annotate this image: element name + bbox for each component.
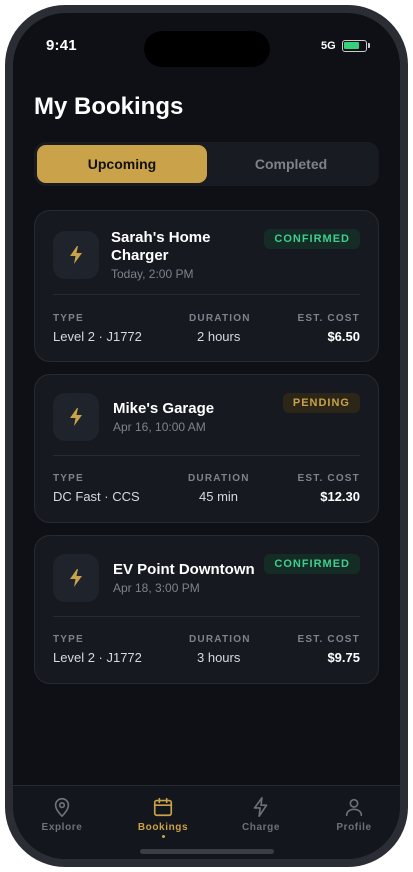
signal-label: 5G [321,40,336,52]
card-divider [53,455,360,456]
booking-time: Apr 16, 10:00 AM [113,420,206,434]
duration-label: DURATION [189,313,251,324]
status-badge: CONFIRMED [264,229,360,249]
booking-time: Today, 2:00 PM [111,267,194,281]
segmented-control: Upcoming Completed [34,142,379,186]
tab-charge[interactable]: Charge [221,796,301,833]
home-indicator[interactable] [140,849,274,854]
cost-value: $12.30 [320,489,360,504]
booking-card[interactable]: Sarah's Home Charger Today, 2:00 PM CONF… [34,210,379,362]
booking-title: Mike's Garage [113,400,215,417]
bottom-tab-bar: Explore Bookings Charge Profile [13,785,400,859]
type-label: TYPE [53,473,84,484]
battery-cap [368,43,370,48]
card-divider [53,294,360,295]
cost-label: EST. COST [297,473,360,484]
booking-card[interactable]: Mike's Garage Apr 16, 10:00 AM PENDING T… [34,374,379,523]
charger-icon-box [53,393,99,441]
user-icon [345,798,363,817]
tab-bookings[interactable]: Bookings [123,796,203,838]
battery-icon [342,40,367,52]
page-title: My Bookings [34,93,184,120]
booking-title: EV Point Downtown [113,561,255,578]
phone-frame: 9:41 5G My Bookings Upcoming Completed S… [5,5,408,867]
charger-icon-box [53,554,99,602]
booking-title: Sarah's Home Charger [111,229,211,264]
duration-label: DURATION [189,634,251,645]
type-value: Level 2 · J1772 [53,329,142,344]
tab-upcoming[interactable]: Upcoming [37,145,207,183]
map-pin-icon [54,797,70,817]
tab-completed[interactable]: Completed [206,145,376,183]
cost-value: $9.75 [327,650,360,665]
type-value: DC Fast · CCS [53,489,140,504]
tab-label: Bookings [137,822,189,833]
card-divider [53,616,360,617]
type-value: Level 2 · J1772 [53,650,142,665]
active-indicator [161,835,165,838]
type-label: TYPE [53,313,84,324]
status-time: 9:41 [46,37,77,54]
tab-explore[interactable]: Explore [22,796,102,833]
tab-label: Charge [241,822,281,833]
battery-fill [344,42,359,49]
duration-value: 45 min [199,489,239,504]
tab-label: Profile [336,822,372,833]
screen: 9:41 5G My Bookings Upcoming Completed S… [13,13,400,859]
lightning-icon [70,408,82,426]
duration-label: DURATION [188,473,250,484]
booking-time: Apr 18, 3:00 PM [113,581,200,595]
tab-profile[interactable]: Profile [314,796,394,833]
lightning-icon [70,569,82,587]
status-bar: 9:41 5G [13,13,400,73]
charger-icon-box [53,231,99,279]
duration-value: 2 hours [197,329,241,344]
tab-label: Explore [41,822,83,833]
lightning-icon [70,246,82,264]
dynamic-island [144,31,270,67]
status-badge: PENDING [282,393,360,413]
calendar-icon [153,797,173,817]
type-label: TYPE [53,634,84,645]
lightning-icon [253,797,268,817]
status-badge: CONFIRMED [264,554,360,574]
cost-label: EST. COST [297,313,360,324]
duration-value: 3 hours [197,650,241,665]
cost-value: $6.50 [327,329,360,344]
booking-card[interactable]: EV Point Downtown Apr 18, 3:00 PM CONFIR… [34,535,379,684]
cost-label: EST. COST [297,634,360,645]
